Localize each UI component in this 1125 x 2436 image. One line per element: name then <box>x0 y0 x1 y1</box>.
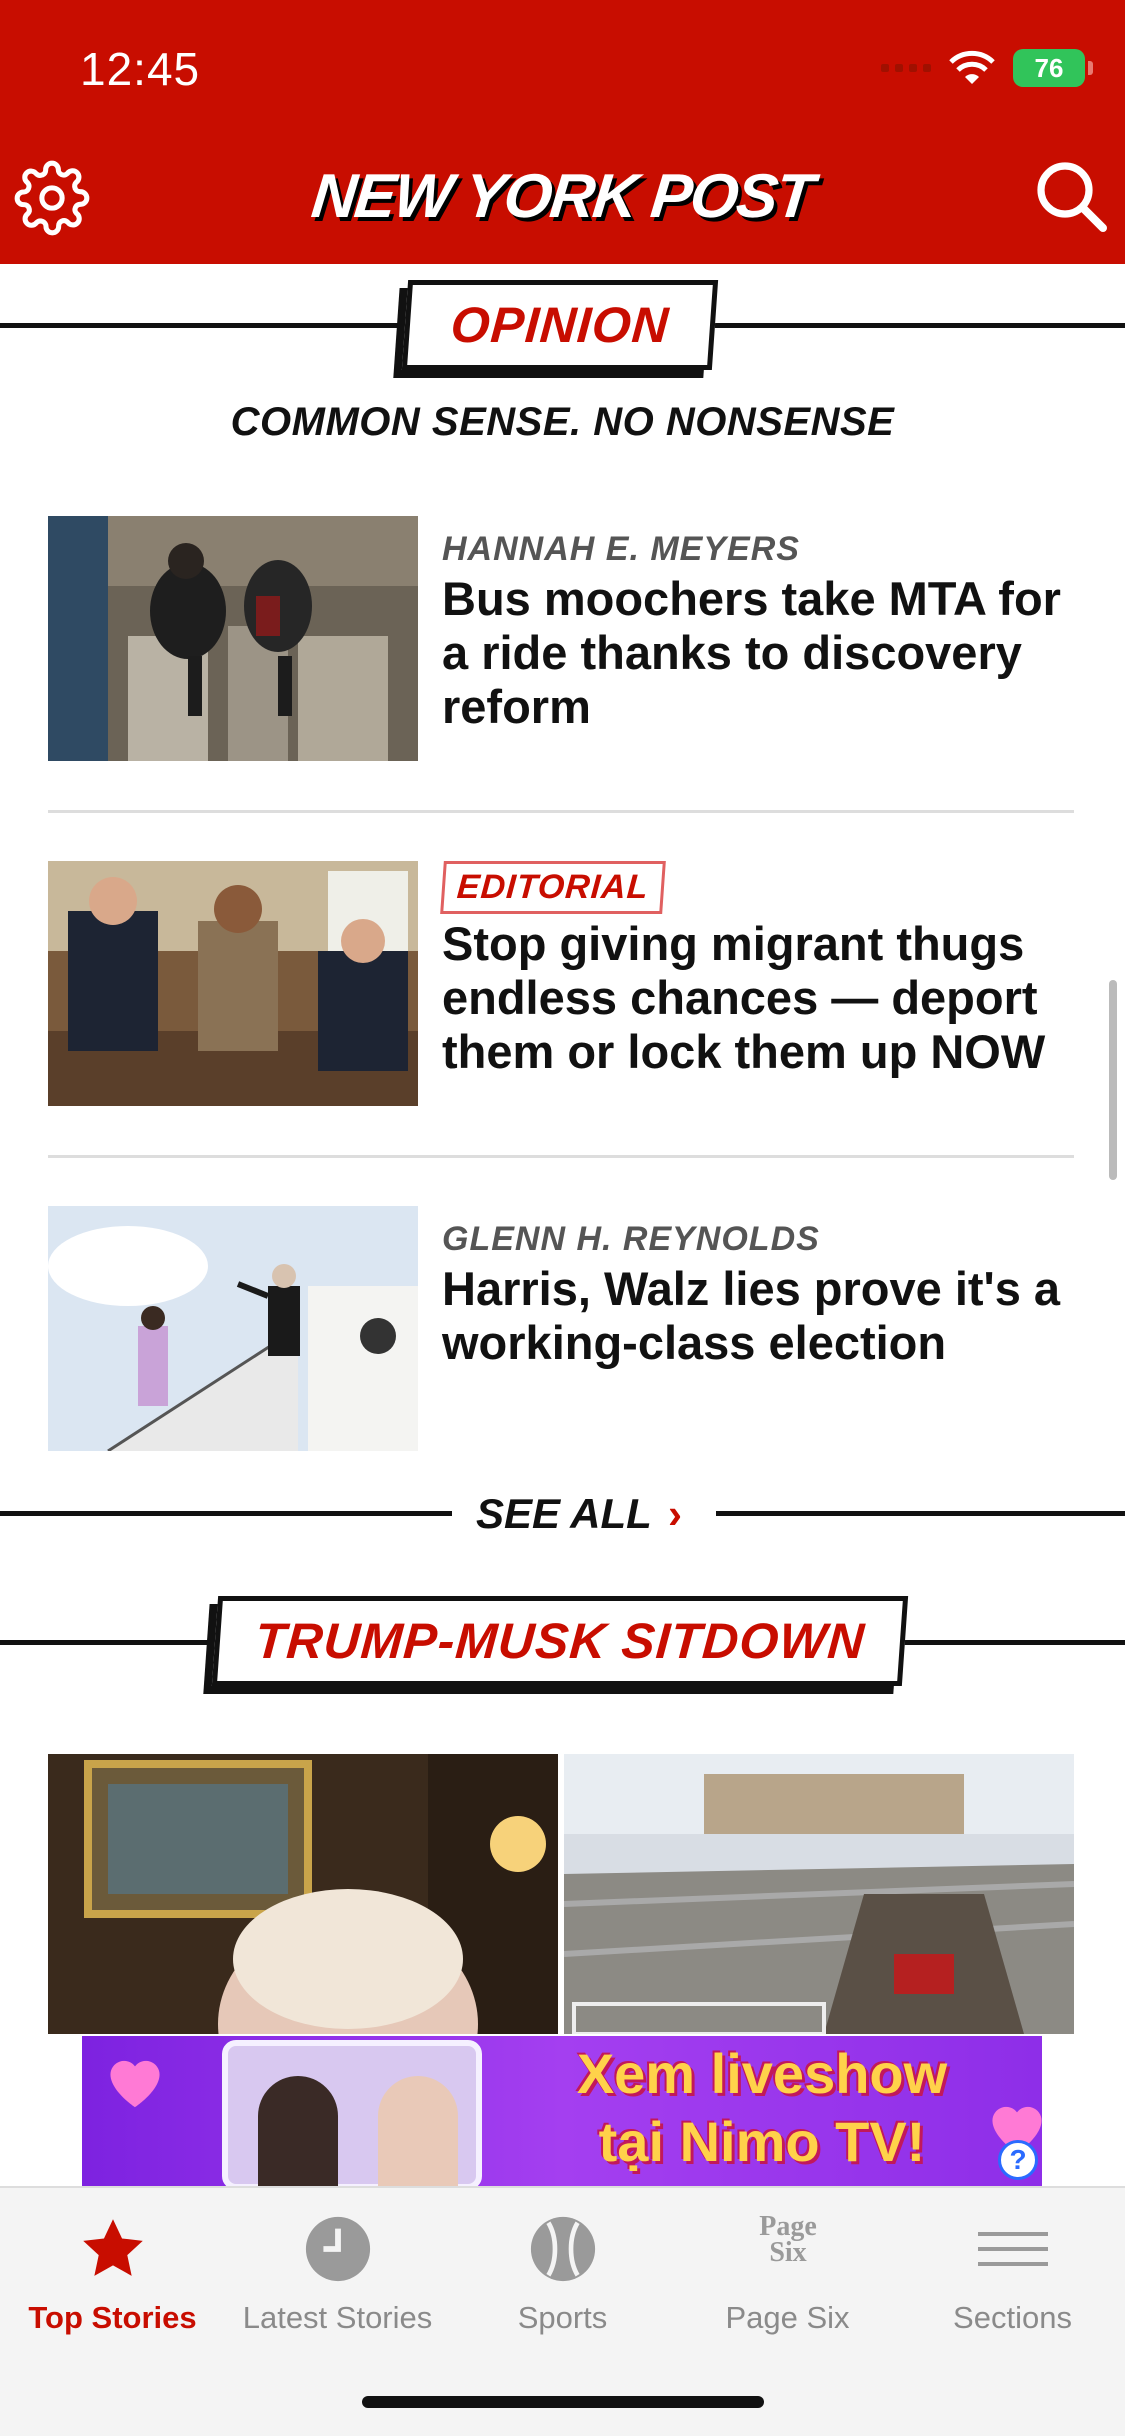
opinion-title-text: OPINION <box>448 297 672 353</box>
opinion-section-title[interactable]: OPINION <box>401 280 719 370</box>
top-bar: 12:45 76 NEW YORK POST <box>0 0 1125 264</box>
logo-text: NEW YORK POST <box>308 161 816 231</box>
story-card[interactable]: EDITORIAL Stop giving migrant thugs endl… <box>48 861 1074 1106</box>
chevron-right-icon: › <box>668 1490 682 1537</box>
trump-musk-section-title[interactable]: TRUMP-MUSK SITDOWN <box>211 1596 909 1686</box>
tab-label: Sections <box>953 2300 1072 2335</box>
tab-sections[interactable]: Sections <box>900 2214 1125 2344</box>
editorial-badge: EDITORIAL <box>440 861 666 914</box>
tab-sports[interactable]: Sports <box>450 2214 675 2344</box>
section-rule <box>0 1511 452 1516</box>
star-icon <box>83 2219 143 2276</box>
status-time: 12:45 <box>80 43 201 95</box>
new-york-post-logo[interactable]: NEW YORK POST <box>308 156 815 236</box>
status-indicators: 76 <box>881 48 1093 88</box>
trump-photo[interactable] <box>48 1754 558 2034</box>
tab-latest-stories[interactable]: Latest Stories <box>225 2214 450 2344</box>
story-headline[interactable]: Bus moochers take MTA for a ride thanks … <box>442 572 1082 734</box>
menu-icon <box>978 2232 1048 2266</box>
story-headline[interactable]: Harris, Walz lies prove it's a working-c… <box>442 1262 1082 1370</box>
search-icon <box>1037 162 1107 232</box>
story-thumbnail-courtroom <box>48 861 418 1106</box>
trump-musk-title-text: TRUMP-MUSK SITDOWN <box>253 1613 867 1669</box>
ad-image <box>222 2040 482 2186</box>
story-thumbnail-turnstile <box>48 516 418 761</box>
cellular-signal-icon <box>881 64 931 72</box>
page-six-icon: Page Six <box>759 2211 817 2268</box>
gear-icon <box>14 160 90 236</box>
scroll-indicator <box>1109 980 1117 1180</box>
clock-icon <box>305 2216 371 2282</box>
baseball-icon <box>530 2216 596 2282</box>
see-all-label: SEE ALL <box>476 1490 652 1537</box>
settings-button[interactable] <box>14 160 90 236</box>
story-card[interactable]: GLENN H. REYNOLDS Harris, Walz lies prov… <box>48 1206 1074 1451</box>
heart-icon <box>110 2060 160 2108</box>
boardwalk-photo[interactable] <box>564 1754 1074 2034</box>
tab-label: Sports <box>517 2300 608 2335</box>
ad-info-button[interactable]: ? <box>998 2140 1038 2180</box>
ad-text: Xem liveshow tại Nimo TV! <box>576 2042 948 2173</box>
tab-label: Page Six <box>725 2300 850 2335</box>
section-rule <box>716 1511 1125 1516</box>
story-thumbnail-airplane-stairs <box>48 1206 418 1451</box>
tab-label: Latest Stories <box>242 2300 433 2335</box>
story-divider <box>48 810 1074 813</box>
see-all-link[interactable]: SEE ALL › <box>0 1484 1125 1544</box>
home-indicator[interactable] <box>362 2396 764 2408</box>
battery-indicator: 76 <box>1013 49 1093 87</box>
opinion-tagline: COMMON SENSE. NO NONSENSE <box>230 400 895 444</box>
ad-banner[interactable]: Xem liveshow tại Nimo TV! ? <box>82 2036 1042 2186</box>
tab-page-six[interactable]: Page Six Page Six <box>675 2211 900 2344</box>
tab-label: Top Stories <box>28 2300 197 2335</box>
story-headline[interactable]: Stop giving migrant thugs endless chance… <box>442 917 1082 1079</box>
story-divider <box>48 1155 1074 1158</box>
story-card[interactable]: HANNAH E. MEYERS Bus moochers take MTA f… <box>48 516 1074 761</box>
wifi-icon <box>949 50 995 84</box>
search-button[interactable] <box>1031 156 1111 236</box>
tab-top-stories[interactable]: Top Stories <box>0 2214 225 2344</box>
story-byline: HANNAH E. MEYERS <box>442 530 800 568</box>
story-byline: GLENN H. REYNOLDS <box>442 1220 820 1258</box>
